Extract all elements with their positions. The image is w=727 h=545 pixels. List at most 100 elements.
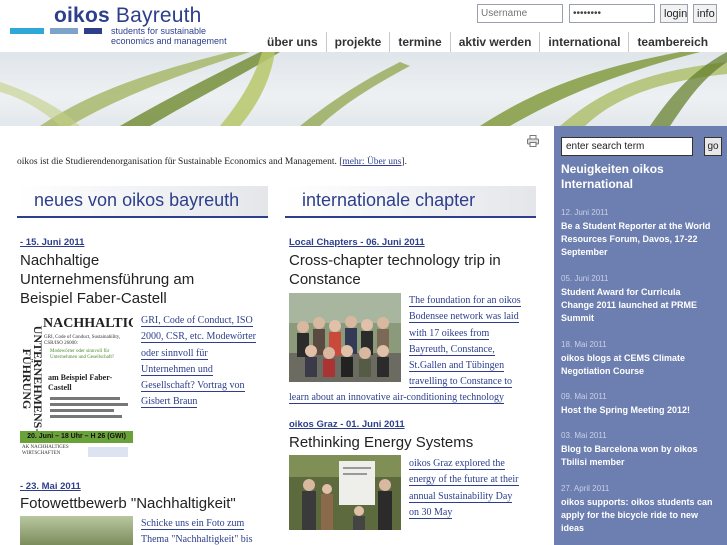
sidebar-news-line[interactable]: oikos supports: oikos students can: [561, 496, 724, 509]
article-teaser-line-text[interactable]: with 17 oikees from: [409, 327, 490, 340]
article-teaser-line[interactable]: travelling to Constance to: [409, 374, 539, 390]
article-teaser-line-text[interactable]: learn about an innovative air-conditioni…: [289, 392, 505, 404]
sidebar-news-line[interactable]: Be a Student Reporter at the World: [561, 220, 724, 233]
sidebar-news-item[interactable]: 09. Mai 2011 Host the Spring Meeting 201…: [561, 392, 724, 417]
article-date[interactable]: - 23. Mai 2011: [20, 481, 81, 492]
sidebar-news-item[interactable]: 12. Juni 2011 Be a Student Reporter at t…: [561, 208, 724, 259]
sidebar-title-line-2: International: [561, 177, 634, 191]
article-teaser-line[interactable]: Gesellschaft? Vortrag von: [141, 378, 271, 394]
article-title-line-text[interactable]: Unternehmensführung am: [20, 271, 194, 288]
login-button[interactable]: login: [660, 4, 688, 23]
sidebar-news-line[interactable]: Student Award for Curricula: [561, 286, 724, 299]
password-input[interactable]: [569, 4, 655, 23]
intro-more-link[interactable]: mehr: Über uns: [342, 157, 401, 167]
search-go-button[interactable]: go: [704, 137, 722, 156]
article-teaser[interactable]: GRI, Code of Conduct, ISO 2000, CSR, etc…: [141, 313, 271, 411]
poster-text-block: [50, 397, 130, 427]
nav-item-international[interactable]: international: [540, 32, 630, 52]
nav-item-projekte[interactable]: projekte: [327, 32, 391, 52]
article-teaser-line-text[interactable]: GRI, Code of Conduct, ISO: [141, 315, 253, 327]
section-heading-local-text: neues von oikos bayreuth: [34, 190, 240, 210]
event-poster-image[interactable]: UNTERNEHMENS- FÜHRUNG NACHHALTIGE GRI, C…: [20, 313, 133, 461]
article-teaser-line-text[interactable]: travelling to Constance to: [409, 376, 513, 389]
logo[interactable]: oikos Bayreuth: [54, 4, 202, 28]
info-button[interactable]: info: [693, 4, 717, 23]
article-teaser-line-text[interactable]: St.Gallen and Tübingen: [409, 360, 505, 373]
article-teaser-line[interactable]: Schicke uns ein Foto zum: [141, 516, 271, 532]
article-teaser-line[interactable]: Unternehmen und: [141, 362, 271, 378]
sidebar-news-item[interactable]: 03. Mai 2011 Blog to Barcelona won by oi…: [561, 431, 724, 469]
nav-item-ueber-uns[interactable]: über uns: [259, 32, 327, 52]
nav-item-aktiv-werden[interactable]: aktiv werden: [451, 32, 541, 52]
sidebar-news-item[interactable]: 05. Juni 2011 Student Award for Curricul…: [561, 274, 724, 325]
article-teaser-line[interactable]: oikos Graz explored the: [409, 456, 539, 472]
search-input[interactable]: [561, 137, 693, 156]
sidebar-news-line[interactable]: September: [561, 246, 724, 259]
article-teaser-line-text[interactable]: Gesellschaft? Vortrag von: [141, 380, 245, 393]
article-teaser-line-text[interactable]: oikos Graz explored the: [409, 458, 505, 470]
sidebar-news-line[interactable]: apply for the bicycle ride to new: [561, 509, 724, 522]
article-teaser-line-text[interactable]: Bodensee network was laid: [409, 311, 519, 324]
article-teaser-line[interactable]: oder sinnvoll für: [141, 346, 271, 362]
article-title[interactable]: Rethinking Energy Systems: [289, 433, 473, 452]
sidebar-news-item[interactable]: 27. April 2011 oikos supports: oikos stu…: [561, 484, 724, 535]
sidebar-news-line[interactable]: Summit: [561, 312, 724, 325]
article-teaser-line-text[interactable]: oder sinnvoll für: [141, 347, 208, 360]
article-teaser-line[interactable]: with 17 oikees from: [409, 326, 539, 342]
article-teaser-line-text[interactable]: Unternehmen und: [141, 363, 213, 376]
article-teaser-line[interactable]: Bayreuth, Constance,: [409, 342, 539, 358]
article-teaser-line-text[interactable]: 2000, CSR, etc. Modewörter: [141, 331, 256, 344]
article-teaser-line-text[interactable]: Schicke uns ein Foto zum: [141, 518, 245, 530]
article-teaser-line[interactable]: Bodensee network was laid: [409, 309, 539, 325]
article-title-line[interactable]: Beispiel Faber-Castell: [20, 289, 194, 308]
article-title[interactable]: Fotowettbewerb "Nachhaltigkeit": [20, 494, 236, 513]
photo-contest-image[interactable]: [20, 516, 133, 545]
article-teaser-line-text[interactable]: The foundation for an oikos: [409, 295, 521, 307]
article-date[interactable]: Local Chapters - 06. Juni 2011: [289, 237, 425, 248]
article-teaser-line-text[interactable]: Bayreuth, Constance,: [409, 343, 495, 356]
article-teaser-line[interactable]: energy of the future at their: [409, 472, 539, 488]
article-teaser-line[interactable]: St.Gallen and Tübingen: [409, 358, 539, 374]
article-title-line[interactable]: Constance: [289, 270, 501, 289]
sidebar-news-line[interactable]: Tbilisi member: [561, 456, 724, 469]
article-teaser-continued[interactable]: learn about an innovative air-conditioni…: [289, 390, 539, 406]
group-photo-image[interactable]: [289, 293, 401, 382]
sidebar-news-line[interactable]: ideas: [561, 522, 724, 535]
article-title-line[interactable]: Cross-chapter technology trip in: [289, 251, 501, 270]
sidebar-news-item[interactable]: 18. Mai 2011 oikos blogs at CEMS Climate…: [561, 340, 724, 378]
article-teaser-line-text[interactable]: Thema "Nachhaltigkeit" bis: [141, 534, 253, 545]
article-date[interactable]: oikos Graz - 01. Juni 2011: [289, 419, 405, 430]
sidebar-news-line[interactable]: Negotiation Course: [561, 365, 724, 378]
article-teaser-line[interactable]: Thema "Nachhaltigkeit" bis: [141, 532, 271, 545]
article-teaser[interactable]: Schicke uns ein Foto zum Thema "Nachhalt…: [141, 516, 271, 545]
article-teaser[interactable]: The foundation for an oikos Bodensee net…: [409, 293, 539, 391]
article-teaser-line[interactable]: The foundation for an oikos: [409, 293, 539, 309]
energy-event-photo[interactable]: [289, 455, 401, 530]
article-teaser[interactable]: oikos Graz explored the energy of the fu…: [409, 456, 539, 521]
article-teaser-line[interactable]: 2000, CSR, etc. Modewörter: [141, 329, 271, 345]
article-teaser-line-text[interactable]: on 30 May: [409, 506, 453, 519]
article-teaser-line[interactable]: Gisbert Braun: [141, 394, 271, 410]
nav-item-teambereich[interactable]: teambereich: [629, 32, 716, 52]
article-title-line[interactable]: Nachhaltige: [20, 251, 194, 270]
article-teaser-line[interactable]: GRI, Code of Conduct, ISO: [141, 313, 271, 329]
article-title[interactable]: Nachhaltige Unternehmensführung am Beisp…: [20, 251, 194, 308]
article-teaser-line[interactable]: annual Sustainability Day: [409, 489, 539, 505]
username-input[interactable]: [477, 4, 563, 23]
sidebar-news-line[interactable]: oikos blogs at CEMS Climate: [561, 352, 724, 365]
print-icon[interactable]: [527, 135, 539, 147]
article-title-line-text[interactable]: Beispiel Faber-Castell: [20, 290, 167, 307]
sidebar-news-line[interactable]: Change 2011 launched at PRME: [561, 299, 724, 312]
article-title-line[interactable]: Unternehmensführung am: [20, 270, 194, 289]
article-teaser-line[interactable]: on 30 May: [409, 505, 539, 521]
sidebar-news-line[interactable]: Host the Spring Meeting 2012!: [561, 404, 724, 417]
poster-example-line-1: am Beispiel Faber-: [48, 373, 113, 382]
article-date[interactable]: - 15. Juni 2011: [20, 237, 84, 248]
nav-item-termine[interactable]: termine: [390, 32, 451, 52]
article-teaser-line-text[interactable]: annual Sustainability Day: [409, 490, 513, 503]
sidebar-news-line[interactable]: Blog to Barcelona won by oikos: [561, 443, 724, 456]
article-title[interactable]: Cross-chapter technology trip in Constan…: [289, 251, 501, 289]
article-teaser-line-text[interactable]: energy of the future at their: [409, 474, 519, 487]
sidebar-news-line[interactable]: Resources Forum, Davos, 17-22: [561, 233, 724, 246]
article-teaser-line-text[interactable]: Gisbert Braun: [141, 396, 198, 409]
